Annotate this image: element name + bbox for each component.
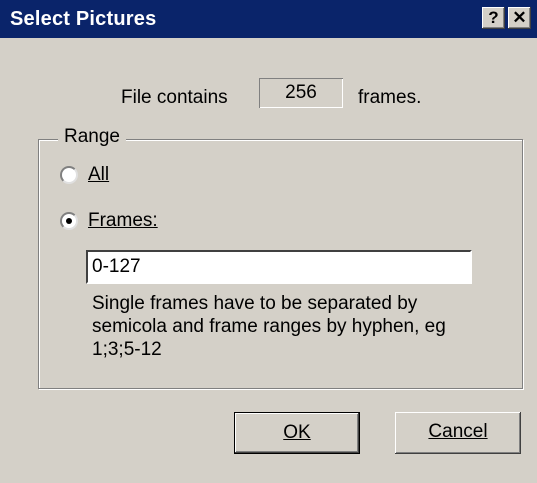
frames-hint-text: Single frames have to be separated by se… bbox=[92, 293, 446, 360]
ok-button[interactable]: OK bbox=[234, 412, 360, 454]
window-title: Select Pictures bbox=[10, 8, 157, 30]
help-button[interactable]: ? bbox=[482, 7, 505, 29]
range-group-legend: Range bbox=[58, 126, 126, 148]
radio-selected-dot bbox=[66, 218, 72, 224]
close-icon: ✕ bbox=[512, 8, 527, 27]
frames-label-text: Frames: bbox=[88, 210, 158, 231]
frames-suffix-label: frames. bbox=[358, 87, 422, 108]
file-info-row: File contains 256 frames. bbox=[0, 78, 537, 112]
radio-frames-indicator[interactable] bbox=[60, 212, 78, 230]
close-button[interactable]: ✕ bbox=[508, 7, 531, 29]
ok-button-label: OK bbox=[283, 422, 311, 443]
radio-frames-label[interactable]: Frames: bbox=[88, 210, 158, 232]
radio-all-indicator[interactable] bbox=[60, 166, 78, 184]
select-pictures-dialog: Select Pictures ? ✕ File contains 256 fr… bbox=[0, 0, 537, 483]
frames-range-input[interactable] bbox=[86, 250, 472, 284]
cancel-button-label: Cancel bbox=[428, 421, 488, 442]
radio-all-label[interactable]: All bbox=[88, 164, 109, 186]
frame-count-value: 256 bbox=[259, 78, 343, 108]
title-bar[interactable]: Select Pictures ? ✕ bbox=[0, 0, 537, 38]
file-contains-label: File contains bbox=[121, 87, 228, 108]
all-label-text: All bbox=[88, 164, 110, 185]
cancel-button[interactable]: Cancel bbox=[395, 412, 521, 454]
question-mark-icon: ? bbox=[488, 8, 499, 27]
